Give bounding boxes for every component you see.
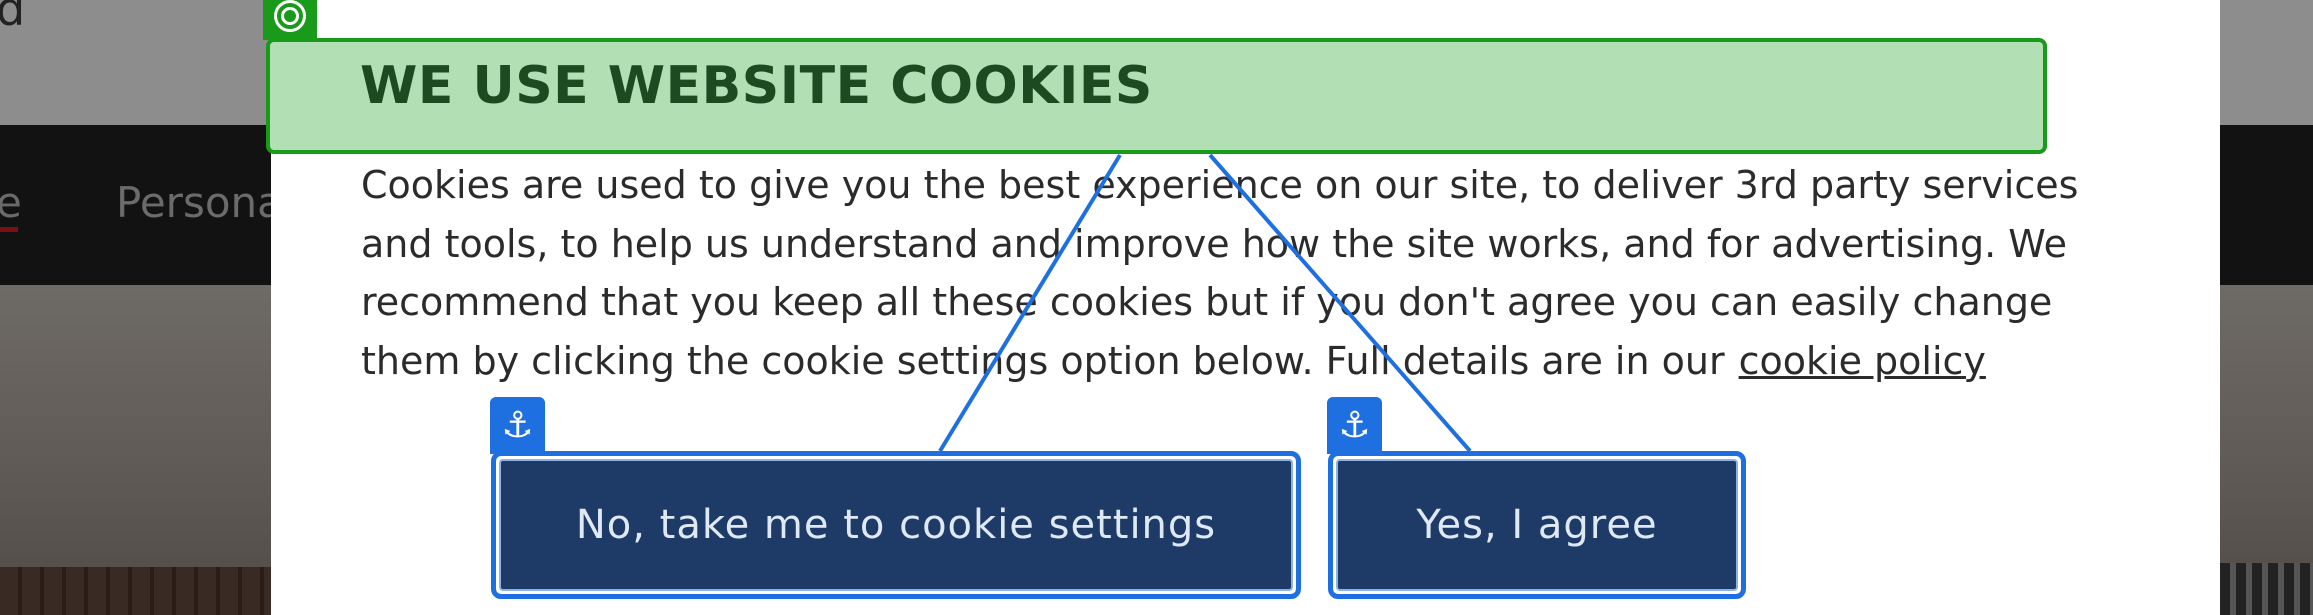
- header-text-fragment: d: [0, 0, 26, 36]
- cookie-settings-button-outline: No, take me to cookie settings: [491, 451, 1301, 599]
- target-icon: [263, 0, 317, 40]
- cookie-settings-button[interactable]: No, take me to cookie settings: [499, 459, 1293, 591]
- hero-brick-wall: [0, 567, 280, 615]
- hero-railing: [2220, 563, 2313, 615]
- nav-item-active[interactable]: e: [0, 178, 22, 227]
- cookie-policy-link[interactable]: cookie policy: [1739, 339, 1986, 383]
- nav-item-personal[interactable]: Persona: [116, 178, 283, 227]
- nav-active-underline: [0, 227, 18, 232]
- modal-title: WE USE WEBSITE COOKIES: [360, 56, 1153, 116]
- modal-body-text: Cookies are used to give you the best ex…: [361, 156, 2121, 390]
- anchor-icon: ⚓: [1327, 397, 1382, 454]
- agree-button[interactable]: Yes, I agree: [1336, 459, 1738, 591]
- agree-button-outline: Yes, I agree: [1328, 451, 1746, 599]
- anchor-icon: ⚓: [490, 397, 545, 454]
